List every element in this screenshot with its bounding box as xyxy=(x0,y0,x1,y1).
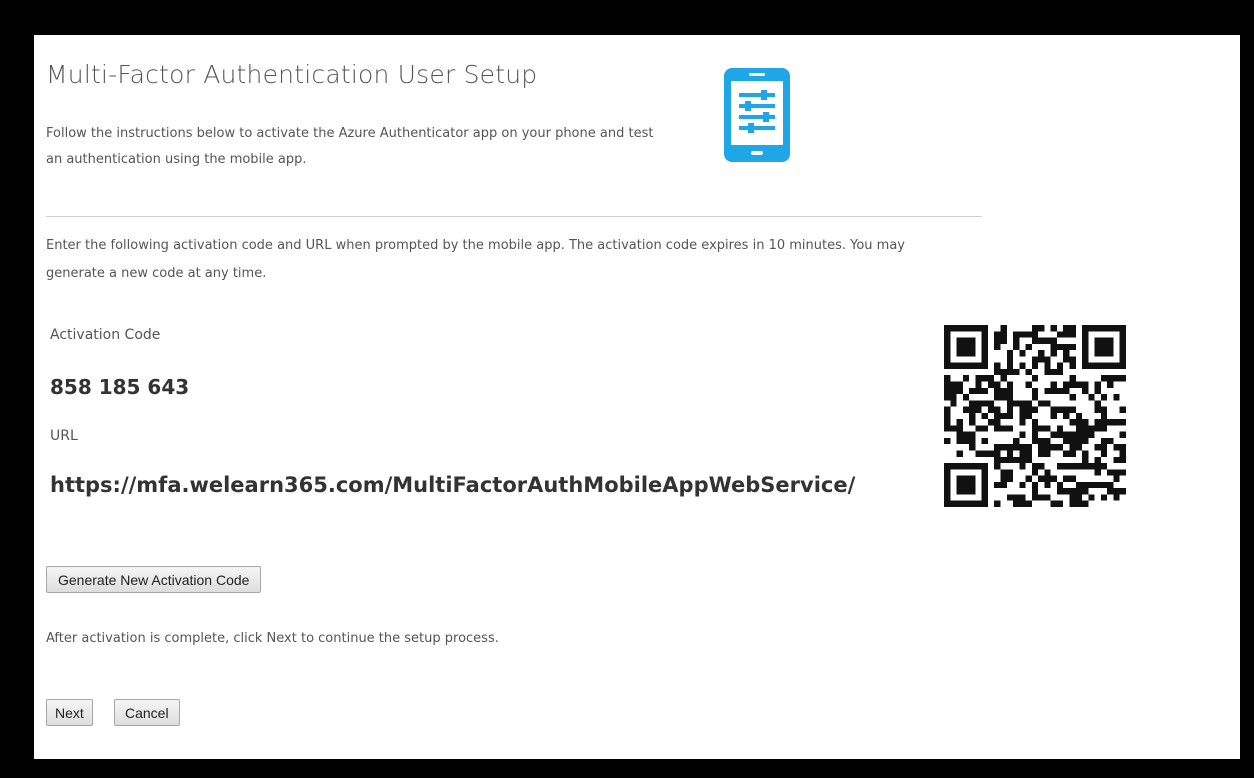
after-activation-text: After activation is complete, click Next… xyxy=(46,631,499,646)
activation-code-value: 858 185 643 xyxy=(50,375,190,399)
mobile-phone-icon xyxy=(724,68,790,162)
instructions-text: Enter the following activation code and … xyxy=(46,238,905,281)
page-title: Multi-Factor Authentication User Setup xyxy=(46,60,538,89)
cancel-button[interactable]: Cancel xyxy=(114,699,180,726)
setup-panel: Multi-Factor Authentication User Setup F… xyxy=(34,35,1240,759)
next-button[interactable]: Next xyxy=(46,699,93,726)
intro-text: Follow the instructions below to activat… xyxy=(46,126,654,167)
divider xyxy=(46,216,982,217)
url-value: https://mfa.welearn365.com/MultiFactorAu… xyxy=(50,473,856,497)
generate-new-activation-code-button[interactable]: Generate New Activation Code xyxy=(46,566,262,593)
qr-code xyxy=(944,325,1126,507)
activation-code-label: Activation Code xyxy=(50,327,161,343)
url-label: URL xyxy=(50,428,78,444)
